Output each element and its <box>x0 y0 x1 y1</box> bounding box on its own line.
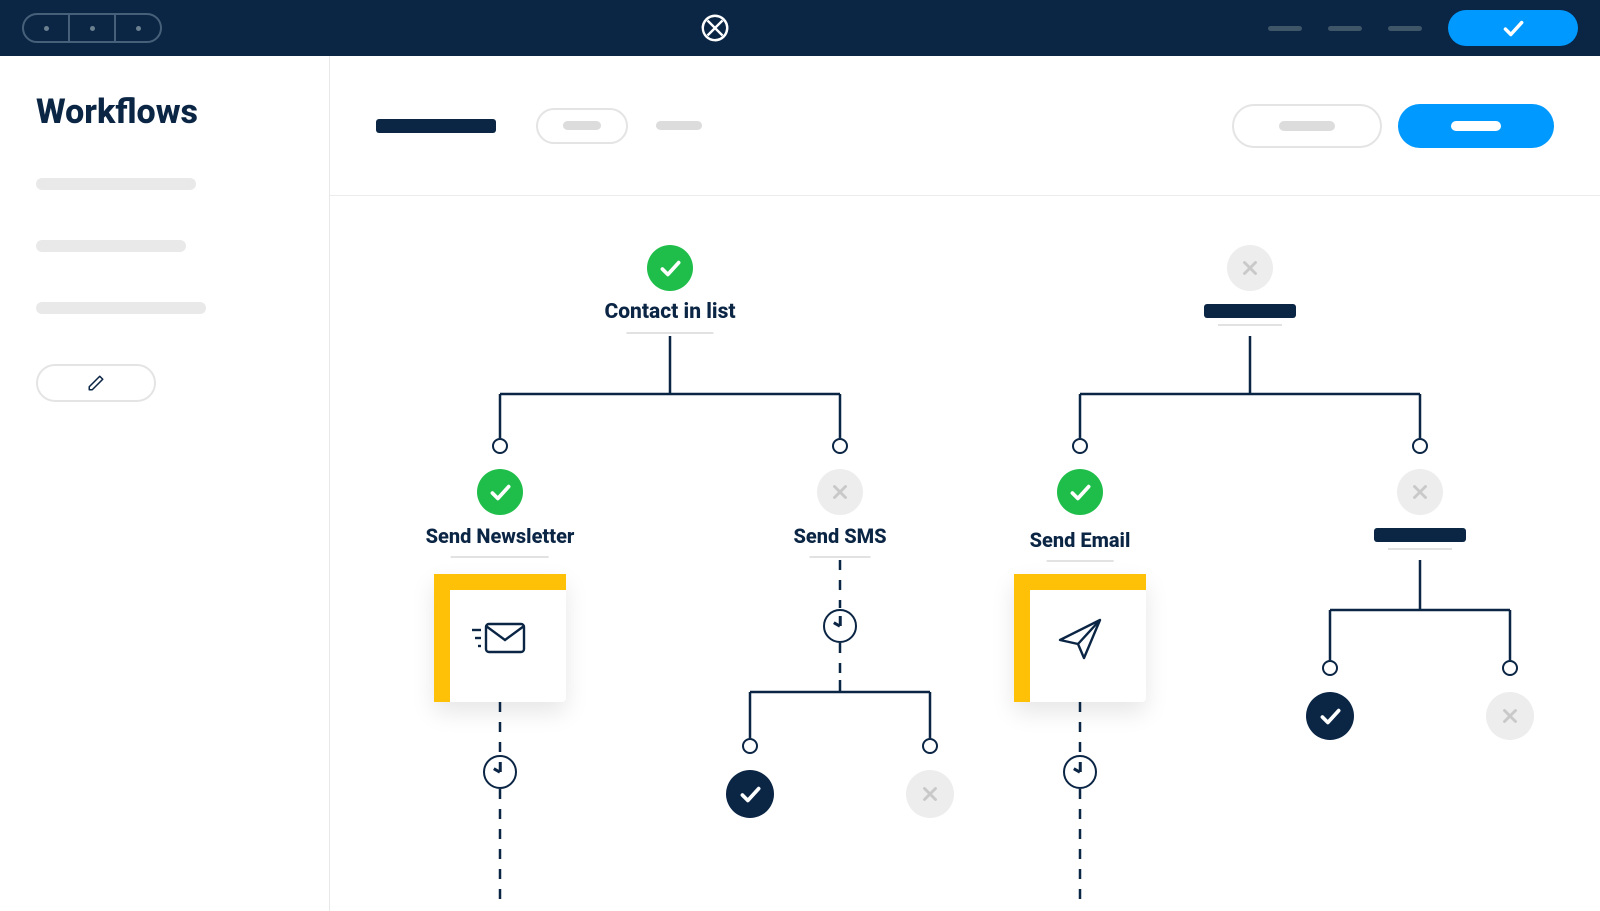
node-label: Send Newsletter <box>426 524 575 558</box>
branch-socket[interactable] <box>1072 438 1088 454</box>
status-x-icon[interactable] <box>1227 245 1273 291</box>
status-check-icon[interactable] <box>1057 469 1103 515</box>
primary-action-button[interactable] <box>1398 104 1554 148</box>
status-x-icon[interactable] <box>1486 692 1534 740</box>
content-toolbar <box>330 56 1600 196</box>
action-card-email[interactable] <box>1014 574 1146 702</box>
node-label: Send Email <box>1030 528 1131 562</box>
branch-socket[interactable] <box>832 438 848 454</box>
branch-socket[interactable] <box>1322 660 1338 676</box>
status-check-dark-icon[interactable] <box>1306 692 1354 740</box>
node-label-placeholder <box>1204 304 1296 318</box>
sidebar-item[interactable] <box>36 240 186 252</box>
status-check-icon[interactable] <box>647 245 693 291</box>
secondary-action-button[interactable] <box>1232 104 1382 148</box>
window-controls[interactable] <box>22 13 162 43</box>
app-topbar <box>0 0 1600 56</box>
status-x-icon[interactable] <box>906 770 954 818</box>
topbar-placeholder <box>1328 26 1362 31</box>
node-label: Contact in list <box>604 300 735 334</box>
tab-active[interactable] <box>376 119 496 133</box>
branch-socket[interactable] <box>492 438 508 454</box>
paper-plane-icon <box>1054 612 1106 664</box>
clock-icon <box>823 609 857 643</box>
status-check-icon[interactable] <box>477 469 523 515</box>
status-x-icon[interactable] <box>817 469 863 515</box>
pencil-icon <box>87 374 105 392</box>
branch-socket[interactable] <box>1412 438 1428 454</box>
clock-icon <box>1063 755 1097 789</box>
node-label: Send SMS <box>793 524 886 558</box>
tab-tertiary[interactable] <box>656 121 702 130</box>
confirm-button[interactable] <box>1448 10 1578 46</box>
branch-socket[interactable] <box>742 738 758 754</box>
sidebar-item[interactable] <box>36 178 196 190</box>
topbar-placeholder <box>1388 26 1422 31</box>
app-logo-icon <box>700 13 730 43</box>
clock-icon <box>483 755 517 789</box>
newsletter-icon <box>470 616 530 660</box>
action-card-newsletter[interactable] <box>434 574 566 702</box>
tab-secondary[interactable] <box>536 108 628 144</box>
workflow-canvas[interactable]: Contact in list Send Newsletter <box>330 196 1600 911</box>
sidebar-item[interactable] <box>36 302 206 314</box>
sidebar: Workflows <box>0 56 330 911</box>
sidebar-title: Workflows <box>36 92 293 132</box>
status-x-icon[interactable] <box>1397 469 1443 515</box>
status-check-dark-icon[interactable] <box>726 770 774 818</box>
edit-button[interactable] <box>36 364 156 402</box>
branch-socket[interactable] <box>922 738 938 754</box>
node-label-placeholder <box>1374 528 1466 542</box>
topbar-placeholder <box>1268 26 1302 31</box>
branch-socket[interactable] <box>1502 660 1518 676</box>
